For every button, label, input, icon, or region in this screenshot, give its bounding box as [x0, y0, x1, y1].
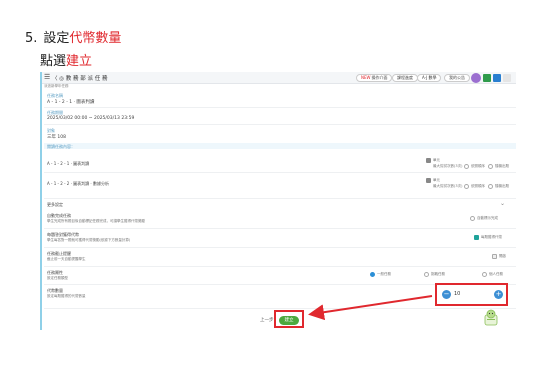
divider — [44, 228, 516, 229]
setting-desc: 設定任務類型 — [47, 276, 68, 280]
content-band-label: 閱讀任務內容： — [47, 144, 75, 149]
attempt-label: 最大嘗試次數(3次) — [433, 184, 463, 188]
order-label: 依照順序 — [471, 184, 485, 188]
divider — [44, 172, 516, 173]
content-band: 閱讀任務內容： — [44, 143, 516, 149]
type-option: 一般任務 — [377, 272, 391, 276]
attempt-label: 最大嘗試次數(3次) — [433, 164, 463, 168]
list-item: A - 1 - 2 - 2 · 圖表判讀 · 數據分析 單元 最大嘗試次數(3次… — [44, 176, 516, 190]
mascot-icon — [484, 309, 498, 326]
type-option: 個人任務 — [489, 272, 503, 276]
stepper-highlight-box — [435, 283, 508, 306]
divider — [44, 107, 516, 108]
random-label: 隨機出題 — [495, 184, 509, 188]
toolbar-label: 操作介面 — [371, 75, 388, 80]
step-highlight: 代幣數量 — [69, 31, 122, 46]
more-settings-header: 更多設定 — [47, 202, 63, 207]
sub-highlight: 建立 — [66, 54, 93, 69]
divider — [44, 266, 516, 267]
chevron-down-icon[interactable]: ⌄ — [500, 200, 505, 207]
order-label: 依照順序 — [471, 164, 485, 168]
item-title: A - 1 - 2 - 2 · 圖表判讀 · 數據分析 — [47, 181, 109, 186]
type-radio-challenge[interactable] — [424, 272, 429, 277]
setting-option: 自動標示完成 — [477, 216, 498, 220]
setting-option: 每題獲得代幣 — [481, 235, 502, 239]
type-option: 挑戰任務 — [431, 272, 445, 276]
setting-desc: 學生每答對一題就可獲得代幣獎勵(依據下方數量計算) — [47, 238, 131, 242]
random-label: 隨機出題 — [495, 164, 509, 168]
unit-checkbox[interactable] — [426, 158, 431, 163]
toolbar-button-math[interactable]: A·J 數學 — [417, 74, 442, 82]
check-label: 單元 — [433, 178, 440, 182]
divider — [44, 308, 516, 309]
order-radio[interactable] — [464, 164, 469, 169]
toolbar-button-announce[interactable]: 我的公告 — [444, 74, 470, 82]
setting-desc: 學生完成所有題目後自動標記任務完成，可讓學生獲得代幣獎勵 — [47, 219, 145, 223]
toolbar-button-operation[interactable]: NEW操作介面 — [356, 74, 393, 82]
setting-option: 開啟 — [499, 254, 506, 258]
item-title: A - 1 - 2 - 1 · 圖表判讀 — [47, 161, 90, 166]
random-radio[interactable] — [488, 184, 493, 189]
step-prefix: 設定 — [43, 31, 70, 46]
divider — [44, 198, 516, 199]
app-icon[interactable] — [493, 74, 501, 82]
sub-breadcrumb: 派遣新學年任務 — [44, 84, 69, 88]
sub-prefix: 點選 — [40, 54, 67, 69]
menu-icon[interactable]: ☰ — [44, 73, 50, 81]
token-amount-desc: 設定每題獲得的代幣數量 — [47, 294, 86, 298]
toolbar-button-progress[interactable]: 課程進度 — [392, 74, 418, 82]
new-badge: NEW — [361, 75, 371, 80]
token-per-answer-checkbox[interactable] — [474, 235, 479, 240]
setting-desc: 截止前一天自動提醒學生 — [47, 257, 86, 261]
type-radio-personal[interactable] — [482, 272, 487, 277]
divider — [44, 247, 516, 248]
task-name-value: A - 1 - 2 - 1 · 圖表判讀 — [47, 100, 95, 105]
previous-step-link[interactable]: 上一步 — [260, 317, 274, 323]
app-icon[interactable] — [483, 74, 491, 82]
instruction-sub: 點選建立 — [40, 50, 92, 69]
breadcrumb[interactable]: 〈 ◎ 教 務 部 派 任 務 — [52, 74, 108, 82]
list-item: A - 1 - 2 - 1 · 圖表判讀 單元 最大嘗試次數(3次) 依照順序 … — [44, 156, 516, 170]
divider — [44, 124, 516, 125]
auto-complete-toggle[interactable] — [470, 216, 475, 221]
step-number: 5. — [25, 31, 38, 46]
reminder-checkbox[interactable] — [492, 254, 497, 259]
random-radio[interactable] — [488, 164, 493, 169]
instruction-step: 5. 設定代幣數量 — [25, 27, 121, 46]
user-icon[interactable] — [503, 74, 511, 82]
order-radio[interactable] — [464, 184, 469, 189]
avatar[interactable] — [471, 73, 481, 83]
type-radio-general[interactable] — [370, 272, 375, 277]
create-highlight-box — [274, 310, 304, 328]
check-label: 單元 — [433, 158, 440, 162]
top-bar: ☰ 〈 ◎ 教 務 部 派 任 務 NEW操作介面 課程進度 A·J 數學 我的… — [42, 72, 516, 84]
task-period-value: 2025/03/02 00:00 ~ 2025/03/13 23:59 — [47, 116, 135, 121]
target-value: 三年 108 — [47, 135, 67, 140]
unit-checkbox[interactable] — [426, 178, 431, 183]
